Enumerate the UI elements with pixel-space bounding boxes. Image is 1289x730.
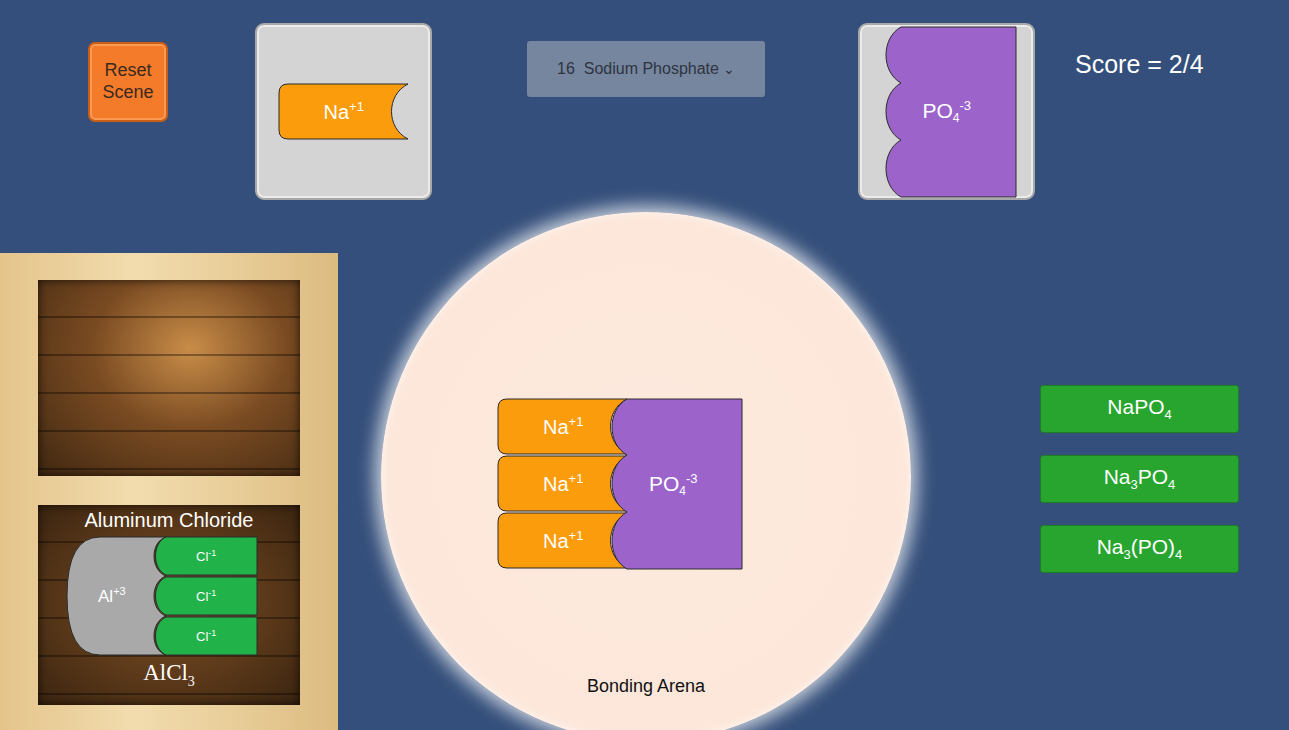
ion-label: Al+3 (66, 585, 126, 607)
cation-tile[interactable]: Na+1 (497, 512, 629, 569)
compound-dropdown[interactable]: 16 Sodium Phosphate⌄ (527, 41, 765, 97)
answer-button[interactable]: Na3(PO)4 (1040, 525, 1239, 573)
ion-label: Cl-1 (148, 588, 216, 604)
compound-shelf: Aluminum Chloride Al+3 Cl-1 Cl-1 Cl-1 AlCl3 (0, 253, 338, 730)
ion-label: Cl-1 (148, 628, 216, 644)
anion-tile[interactable]: PO4-3 (605, 398, 743, 570)
ion-label: Cl-1 (148, 548, 216, 564)
arena-label: Bonding Arena (381, 676, 911, 697)
shelf-compartment (38, 280, 300, 476)
shelf-molecule[interactable]: Al+3 Cl-1 Cl-1 Cl-1 (66, 536, 258, 656)
anion-tile: Cl-1 (148, 616, 258, 656)
answer-list: NaPO4 Na3PO4 Na3(PO)4 (1040, 385, 1239, 573)
dropdown-caret-icon: ⌄ (723, 61, 735, 77)
cation-tile: Al+3 (66, 536, 166, 656)
ion-label: Na+1 (497, 414, 583, 439)
ion-label: Na+1 (278, 99, 364, 124)
ion-label: PO4-3 (879, 98, 972, 125)
ion-card[interactable]: PO4-3 (858, 23, 1035, 200)
answer-button[interactable]: NaPO4 (1040, 385, 1239, 433)
anion-tile[interactable]: PO4-3 (879, 26, 1017, 198)
dropdown-value: 16 Sodium Phosphate (557, 60, 719, 78)
bonding-arena[interactable]: Na+1 Na+1 Na+1 PO4-3 Bonding Arena (381, 212, 911, 730)
score: Score = 2/4 (1075, 50, 1204, 79)
cation-tile[interactable]: Na+1 (278, 83, 410, 140)
anion-tile: Cl-1 (148, 536, 258, 576)
compound-formula: AlCl3 (143, 660, 195, 690)
cation-tile[interactable]: Na+1 (497, 398, 629, 455)
ion-label: Na+1 (497, 471, 583, 496)
reset-scene-button[interactable]: Reset Scene (88, 42, 168, 122)
ion-label: PO4-3 (605, 471, 698, 498)
cation-tile[interactable]: Na+1 (497, 455, 629, 512)
game-scene: Reset Scene Na+1 PO4-3 16 Sodium Phosphate⌄… (0, 0, 1289, 730)
arena-molecule[interactable]: Na+1 Na+1 Na+1 PO4-3 (497, 398, 743, 570)
anion-tile: Cl-1 (148, 576, 258, 616)
compound-name: Aluminum Chloride (85, 509, 254, 532)
shelf-compartment: Aluminum Chloride Al+3 Cl-1 Cl-1 Cl-1 AlCl3 (38, 505, 300, 705)
ion-card[interactable]: Na+1 (255, 23, 432, 200)
answer-button[interactable]: Na3PO4 (1040, 455, 1239, 503)
ion-label: Na+1 (497, 528, 583, 553)
